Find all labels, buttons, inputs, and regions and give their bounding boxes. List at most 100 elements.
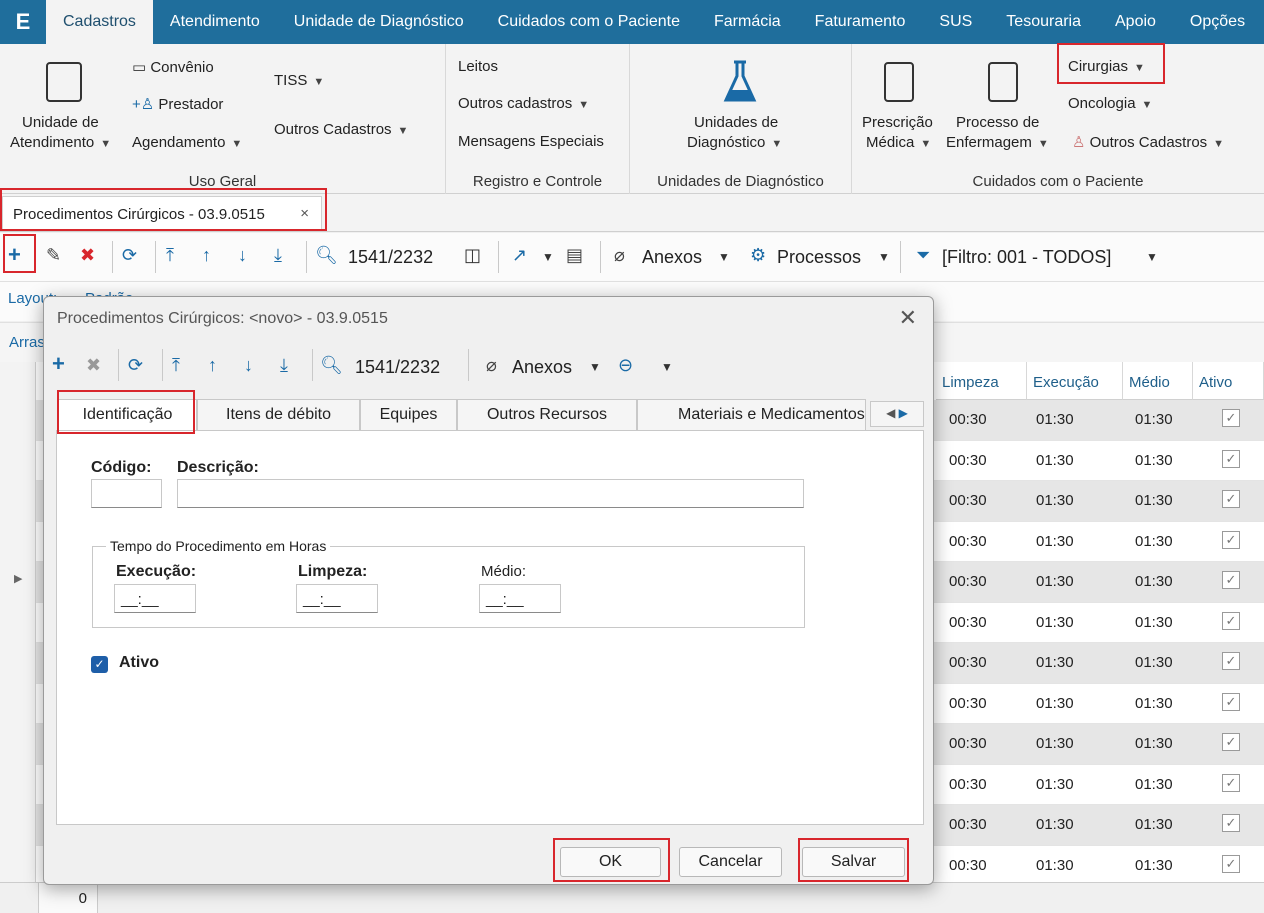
add-icon[interactable]: +	[8, 242, 21, 268]
ativo-row-checkbox[interactable]: ✓	[1222, 814, 1240, 832]
column-header-execucao[interactable]: Execução	[1027, 362, 1123, 400]
filter-icon[interactable]: ⏷	[916, 245, 930, 266]
chevron-down-icon[interactable]: ▼	[589, 360, 601, 374]
arrow-left-icon[interactable]: ◀	[886, 406, 895, 420]
menu-tab-cadastros[interactable]: Cadastros	[46, 0, 153, 44]
outros-cadastros-cuidados-button[interactable]: ♙ Outros Cadastros ▼	[1072, 133, 1224, 151]
chevron-down-icon[interactable]: ▼	[1146, 250, 1158, 264]
ativo-row-checkbox[interactable]: ✓	[1222, 773, 1240, 792]
processo-enfermagem-button[interactable]: Enfermagem ▼	[946, 134, 1049, 151]
ativo-row-checkbox[interactable]: ✓	[1222, 611, 1240, 630]
ok-button[interactable]: OK	[560, 847, 661, 877]
menu-tab-unidade-diagnostico[interactable]: Unidade de Diagnóstico	[277, 0, 481, 44]
close-icon[interactable]: ✕	[899, 305, 917, 331]
refresh-icon[interactable]: ⟳	[122, 245, 137, 266]
processos-button[interactable]: Processos	[777, 247, 861, 268]
dialog-anexos-button[interactable]: Anexos	[512, 357, 572, 378]
agendamento-button[interactable]: Agendamento ▼	[132, 134, 242, 151]
leitos-button[interactable]: Leitos	[458, 58, 498, 75]
medio-input[interactable]: __:__	[479, 584, 561, 613]
menu-tab-opcoes[interactable]: Opções	[1173, 0, 1262, 44]
arrow-right-icon[interactable]: ▶	[899, 406, 908, 420]
filter-label[interactable]: [Filtro: 001 - TODOS]	[942, 247, 1111, 268]
column-header-limpeza[interactable]: Limpeza	[936, 362, 1027, 400]
ativo-label[interactable]: Ativo	[119, 654, 159, 672]
tab-outros-recursos[interactable]: Outros Recursos	[457, 399, 637, 431]
refresh-icon[interactable]: ⟳	[128, 355, 143, 376]
record-status-icon[interactable]: ⊖	[618, 355, 633, 376]
ativo-checkbox[interactable]: ✓	[91, 656, 108, 673]
columns-icon[interactable]: ◫	[464, 245, 481, 266]
mensagens-especiais-button[interactable]: Mensagens Especiais	[458, 133, 604, 150]
ativo-row-checkbox[interactable]: ✓	[1222, 409, 1240, 427]
outros-cadastros-uso-geral-button[interactable]: Outros Cadastros ▼	[274, 121, 408, 138]
ativo-row-checkbox[interactable]: ✓	[1222, 490, 1240, 508]
codigo-input[interactable]	[91, 479, 162, 508]
chevron-down-icon[interactable]: ▼	[542, 250, 554, 264]
unidades-diagnostico-l1[interactable]: Unidades de	[694, 114, 778, 131]
ativo-row-checkbox[interactable]: ✓	[1222, 854, 1240, 873]
next-record-icon[interactable]: ↓	[244, 355, 253, 376]
menu-tab-faturamento[interactable]: Faturamento	[798, 0, 923, 44]
last-record-icon[interactable]: ⤓	[274, 245, 282, 266]
chevron-down-icon[interactable]: ▼	[661, 360, 673, 374]
prescricao-l1[interactable]: Prescrição	[862, 114, 933, 131]
menu-tab-sus[interactable]: SUS	[922, 0, 989, 44]
chevron-down-icon[interactable]: ▼	[718, 250, 730, 264]
prestador-button[interactable]: +♙ Prestador	[132, 95, 223, 113]
cancelar-button[interactable]: Cancelar	[679, 847, 782, 877]
search-icon[interactable]: 🔍︎	[320, 355, 343, 376]
descricao-input[interactable]	[177, 479, 804, 508]
app-logo-icon[interactable]: E	[0, 0, 46, 44]
first-record-icon[interactable]: ⤒	[172, 355, 180, 376]
tiss-button[interactable]: TISS ▼	[274, 72, 324, 89]
paperclip-icon[interactable]: ⌀	[486, 355, 497, 376]
unidade-atendimento-button[interactable]: Atendimento ▼	[10, 134, 111, 151]
next-record-icon[interactable]: ↓	[238, 245, 247, 266]
unidades-diagnostico-button[interactable]: Diagnóstico ▼	[687, 134, 782, 151]
search-icon[interactable]: 🔍︎	[315, 245, 338, 266]
tab-materiais-medicamentos[interactable]: Materiais e Medicamentos	[637, 399, 866, 431]
salvar-button[interactable]: Salvar	[802, 847, 905, 877]
edit-pencil-icon[interactable]: ✎	[46, 245, 61, 266]
prescricao-medica-button[interactable]: Médica ▼	[866, 134, 931, 151]
delete-icon[interactable]: ✖	[80, 245, 95, 266]
previous-record-icon[interactable]: ↑	[202, 245, 211, 266]
menu-tab-apoio[interactable]: Apoio	[1098, 0, 1173, 44]
anexos-button[interactable]: Anexos	[642, 247, 702, 268]
menu-tab-atendimento[interactable]: Atendimento	[153, 0, 277, 44]
document-icon[interactable]: ▤	[566, 245, 583, 266]
ativo-row-checkbox[interactable]: ✓	[1222, 571, 1240, 589]
processo-l1[interactable]: Processo de	[956, 114, 1039, 131]
paperclip-icon[interactable]: ⌀	[614, 245, 625, 266]
column-header-ativo[interactable]: Ativo	[1193, 362, 1264, 400]
unidade-atendimento-l1[interactable]: Unidade de	[22, 114, 99, 131]
outros-cadastros-registro-button[interactable]: Outros cadastros ▼	[458, 95, 589, 112]
menu-tab-tesouraria[interactable]: Tesouraria	[989, 0, 1098, 44]
last-record-icon[interactable]: ⤓	[280, 355, 288, 376]
ativo-row-checkbox[interactable]: ✓	[1222, 530, 1240, 549]
menu-tab-farmacia[interactable]: Farmácia	[697, 0, 798, 44]
cirurgias-button[interactable]: Cirurgias ▼	[1068, 58, 1145, 75]
document-tab[interactable]: Procedimentos Cirúrgicos - 03.9.0515 ×	[2, 196, 322, 230]
export-icon[interactable]: ↗	[512, 245, 527, 266]
tab-itens-debito[interactable]: Itens de débito	[197, 399, 360, 431]
previous-record-icon[interactable]: ↑	[208, 355, 217, 376]
ativo-row-checkbox[interactable]: ✓	[1222, 449, 1240, 468]
limpeza-input[interactable]: __:__	[296, 584, 378, 613]
ativo-row-checkbox[interactable]: ✓	[1222, 652, 1240, 670]
execucao-input[interactable]: __:__	[114, 584, 196, 613]
tab-scroll-arrows[interactable]: ◀ ▶	[870, 401, 924, 427]
ativo-row-checkbox[interactable]: ✓	[1222, 733, 1240, 751]
ativo-row-checkbox[interactable]: ✓	[1222, 692, 1240, 711]
oncologia-button[interactable]: Oncologia ▼	[1068, 95, 1152, 112]
tab-identificacao[interactable]: Identificação	[58, 399, 197, 433]
tab-equipes[interactable]: Equipes	[360, 399, 457, 431]
column-header-medio[interactable]: Médio	[1123, 362, 1193, 400]
add-icon[interactable]: +	[52, 351, 65, 377]
chevron-down-icon[interactable]: ▼	[878, 250, 890, 264]
close-tab-icon[interactable]: ×	[300, 205, 309, 222]
menu-tab-cuidados-paciente[interactable]: Cuidados com o Paciente	[481, 0, 697, 44]
first-record-icon[interactable]: ⤒	[166, 245, 174, 266]
gear-icon[interactable]: ⚙	[750, 245, 766, 266]
